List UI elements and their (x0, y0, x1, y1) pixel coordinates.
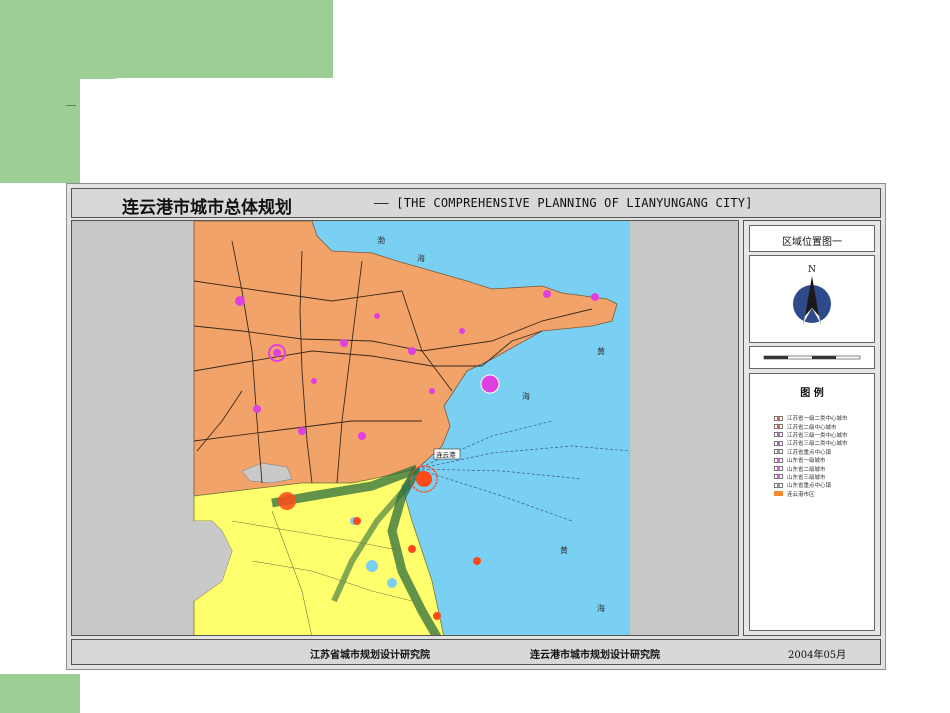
city-marker (353, 517, 361, 525)
scale-bar-box (749, 346, 875, 369)
legend-symbol-icon (774, 482, 783, 488)
map-side-panel: 区域位置图一 N 图 例 江苏省一级二类中心城市 江苏省二级中心城市 江苏省三级一类… (743, 220, 881, 636)
legend-title: 图 例 (800, 388, 824, 399)
legend-label: 江苏省三级二类中心城市 (787, 441, 848, 448)
sea-label-hai3: 海 (597, 603, 605, 613)
legend-box: 图 例 江苏省一级二类中心城市 江苏省二级中心城市 江苏省三级一类中心城市 江苏省三级… (749, 373, 875, 631)
lake-2 (387, 578, 397, 588)
regional-map: 渤 海 黄 海 黄 海 连云港 (71, 220, 739, 636)
city-marker (429, 388, 435, 394)
legend-label: 江苏省重点中心镇 (787, 449, 832, 456)
legend-symbol-icon (774, 466, 783, 472)
legend-symbol-icon (774, 457, 783, 463)
sea-label-huang1: 黄 (597, 346, 605, 356)
legend-item: 山东省一级城市 (774, 456, 848, 464)
footer-date: 2004年05月 (788, 650, 847, 661)
sea-label-hai2: 海 (522, 391, 530, 401)
legend-symbol-icon (774, 424, 783, 430)
north-arrow-icon: N (793, 265, 831, 325)
legend-item: 江苏省二级中心城市 (774, 422, 848, 431)
legend-item: 山东省二级城市 (774, 464, 848, 473)
city-marker (473, 557, 481, 565)
legend-symbol-icon (774, 415, 783, 421)
legend-symbol-icon (774, 440, 783, 446)
city-marker (591, 293, 599, 301)
xuzhou-marker (278, 492, 296, 510)
footer-org-jiangsu: 江苏省城市规划设计研究院 (310, 650, 430, 661)
legend-item: 江苏省一级二类中心城市 (774, 414, 848, 422)
legend-item: 江苏省三级一类中心城市 (774, 431, 848, 439)
city-marker (298, 427, 306, 435)
footer-org-lyg: 连云港市城市规划设计研究院 (530, 650, 660, 661)
legend-label: 江苏省三级一类中心城市 (787, 432, 848, 439)
position-title: 区域位置图一 (782, 237, 842, 248)
lyg-label: 连云港 (436, 450, 456, 459)
deco-tick (66, 105, 76, 106)
rounded-white-corner (80, 78, 340, 198)
map-footer-bar: 江苏省城市规划设计研究院 连云港市城市规划设计研究院 2004年05月 (71, 639, 881, 665)
planning-map-image: 连云港市城市总体规划 —— [THE COMPREHENSIVE PLANNIN… (66, 183, 886, 670)
map-title-en: —— [THE COMPREHENSIVE PLANNING OF LIANYU… (374, 196, 753, 210)
city-marker (408, 545, 416, 553)
lyg-marker (416, 471, 432, 487)
legend-label: 江苏省一级二类中心城市 (787, 416, 848, 423)
legend-label: 山东省二级城市 (787, 466, 826, 473)
lake-1 (366, 560, 378, 572)
green-top-block (0, 0, 333, 79)
city-marker (358, 432, 366, 440)
sea-label-hai1: 海 (417, 253, 425, 263)
legend-item: 江苏省三级二类中心城市 (774, 439, 848, 447)
city-marker-qingdao (480, 374, 500, 394)
city-marker (374, 313, 380, 319)
legend-label: 山东省一级城市 (787, 458, 826, 465)
sea-label-bo: 渤 (377, 235, 385, 245)
position-title-box: 区域位置图一 (749, 225, 875, 252)
legend-label: 连云港市区 (787, 491, 815, 498)
city-marker (273, 349, 281, 357)
city-marker (340, 339, 348, 347)
legend-item: 连云港市区 (774, 490, 848, 498)
legend-item: 江苏省重点中心镇 (774, 448, 848, 456)
city-marker (253, 405, 261, 413)
legend-list: 江苏省一级二类中心城市 江苏省二级中心城市 江苏省三级一类中心城市 江苏省三级二类中心… (774, 414, 848, 498)
green-left-block (0, 79, 80, 183)
city-marker (459, 328, 465, 334)
city-marker (311, 378, 317, 384)
sea-label-huang2: 黄 (560, 545, 568, 555)
legend-label: 江苏省二级中心城市 (787, 424, 837, 431)
north-label: N (808, 265, 816, 275)
legend-symbol-icon (774, 491, 783, 497)
legend-label: 山东省重点中心镇 (787, 483, 832, 490)
legend-item: 山东省三级城市 (774, 473, 848, 481)
map-title-cn: 连云港市城市总体规划 (122, 198, 292, 218)
legend-item: 山东省重点中心镇 (774, 481, 848, 489)
legend-label: 山东省三级城市 (787, 474, 826, 481)
city-marker (408, 347, 416, 355)
regional-map-svg: 渤 海 黄 海 黄 海 连云港 (193, 221, 631, 635)
green-bottom-block (0, 674, 80, 713)
scale-bar-icon (763, 355, 861, 360)
city-marker (433, 612, 441, 620)
map-title-bar: 连云港市城市总体规划 —— [THE COMPREHENSIVE PLANNIN… (71, 188, 881, 218)
north-arrow-box: N (749, 255, 875, 343)
legend-symbol-icon (774, 432, 783, 438)
legend-symbol-icon (774, 474, 783, 480)
city-marker (235, 296, 245, 306)
city-marker (543, 290, 551, 298)
legend-symbol-icon (774, 449, 783, 455)
